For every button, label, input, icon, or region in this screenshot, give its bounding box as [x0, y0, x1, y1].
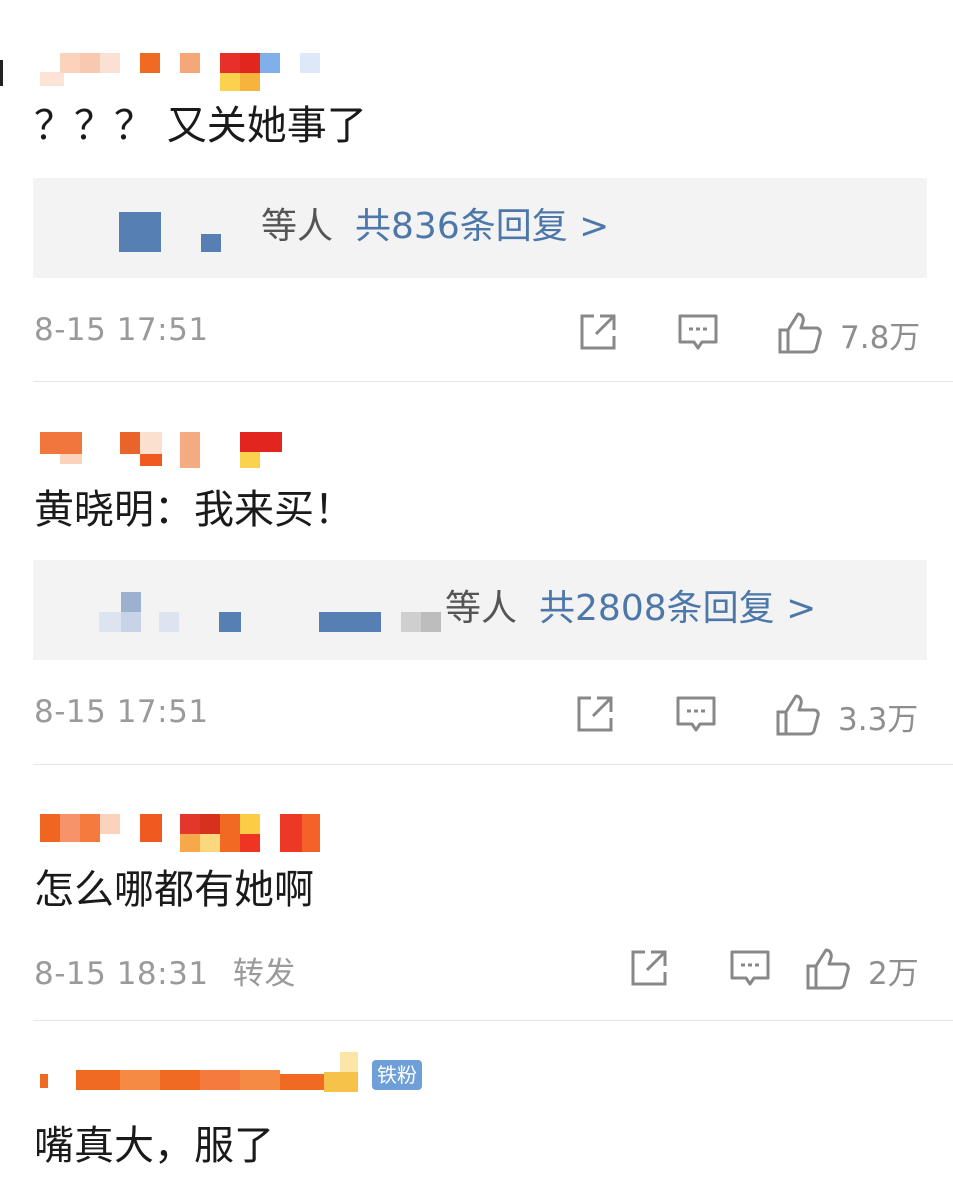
- comment-text: 嘴真大，服了: [34, 1123, 274, 1169]
- comment-text: 黄晓明：我来买！: [34, 487, 354, 533]
- reply-tail-text: 等人: [445, 588, 518, 629]
- reply-preview-box[interactable]: 等人 共2808条回复 >: [33, 560, 927, 660]
- replier-pixel: [421, 612, 441, 632]
- reply-count-link[interactable]: 共2808条回复 >: [539, 588, 816, 629]
- comment-time: 8-15 17:51: [34, 694, 209, 730]
- comment-meta: 8-15 17:51 7.8万: [0, 310, 953, 356]
- edge-mark: [0, 60, 3, 86]
- like-count: 7.8万: [840, 320, 921, 356]
- comment-time: 8-15 18:31: [34, 956, 209, 992]
- thumbs-up-icon[interactable]: [774, 692, 822, 736]
- comment-icon[interactable]: [676, 310, 720, 354]
- divider: [33, 764, 953, 765]
- replier-pixel: [159, 612, 179, 632]
- replier-avatars-pixelated: [119, 212, 161, 252]
- comment-time: 8-15 17:51: [34, 312, 209, 348]
- like-count: 3.3万: [838, 702, 919, 738]
- replier-pixel: [121, 592, 141, 612]
- comment-icon[interactable]: [728, 946, 772, 990]
- divider: [33, 1020, 953, 1021]
- reply-summary: 等人 共836条回复 >: [261, 204, 609, 250]
- username-pixelated[interactable]: [36, 814, 456, 852]
- reply-summary: 等人 共2808条回复 >: [445, 586, 816, 632]
- fan-badge: 铁粉: [372, 1060, 422, 1090]
- thumbs-up-icon[interactable]: [804, 946, 852, 990]
- replier-avatars-pixelated: [99, 612, 121, 632]
- divider: [33, 381, 953, 382]
- share-icon[interactable]: [627, 946, 671, 990]
- share-icon[interactable]: [576, 310, 620, 354]
- comment-text: 怎么哪都有她啊: [34, 867, 314, 913]
- username-pixelated[interactable]: [36, 432, 456, 468]
- replier-pixel: [219, 612, 241, 632]
- comment-icon[interactable]: [674, 692, 718, 736]
- forward-label[interactable]: 转发: [233, 956, 296, 992]
- replier-pixel: [121, 612, 141, 632]
- comment-meta: 8-15 17:51 3.3万: [0, 692, 953, 738]
- replier-pixel: [201, 234, 221, 252]
- like-count: 2万: [868, 956, 919, 992]
- reply-preview-box[interactable]: 等人 共836条回复 >: [33, 178, 927, 278]
- share-icon[interactable]: [573, 692, 617, 736]
- reply-tail-text: 等人: [261, 206, 334, 247]
- replier-pixel: [319, 612, 381, 632]
- replier-pixel: [401, 612, 421, 632]
- comment-meta: 8-15 18:31 转发 2万: [0, 946, 953, 993]
- thumbs-up-icon[interactable]: [776, 310, 824, 354]
- username-pixelated[interactable]: [36, 50, 456, 91]
- comment-text: ？？？ 又关她事了: [34, 103, 367, 149]
- comment-time-row: 8-15 18:31 转发: [34, 948, 296, 993]
- reply-count-link[interactable]: 共836条回复 >: [355, 206, 609, 247]
